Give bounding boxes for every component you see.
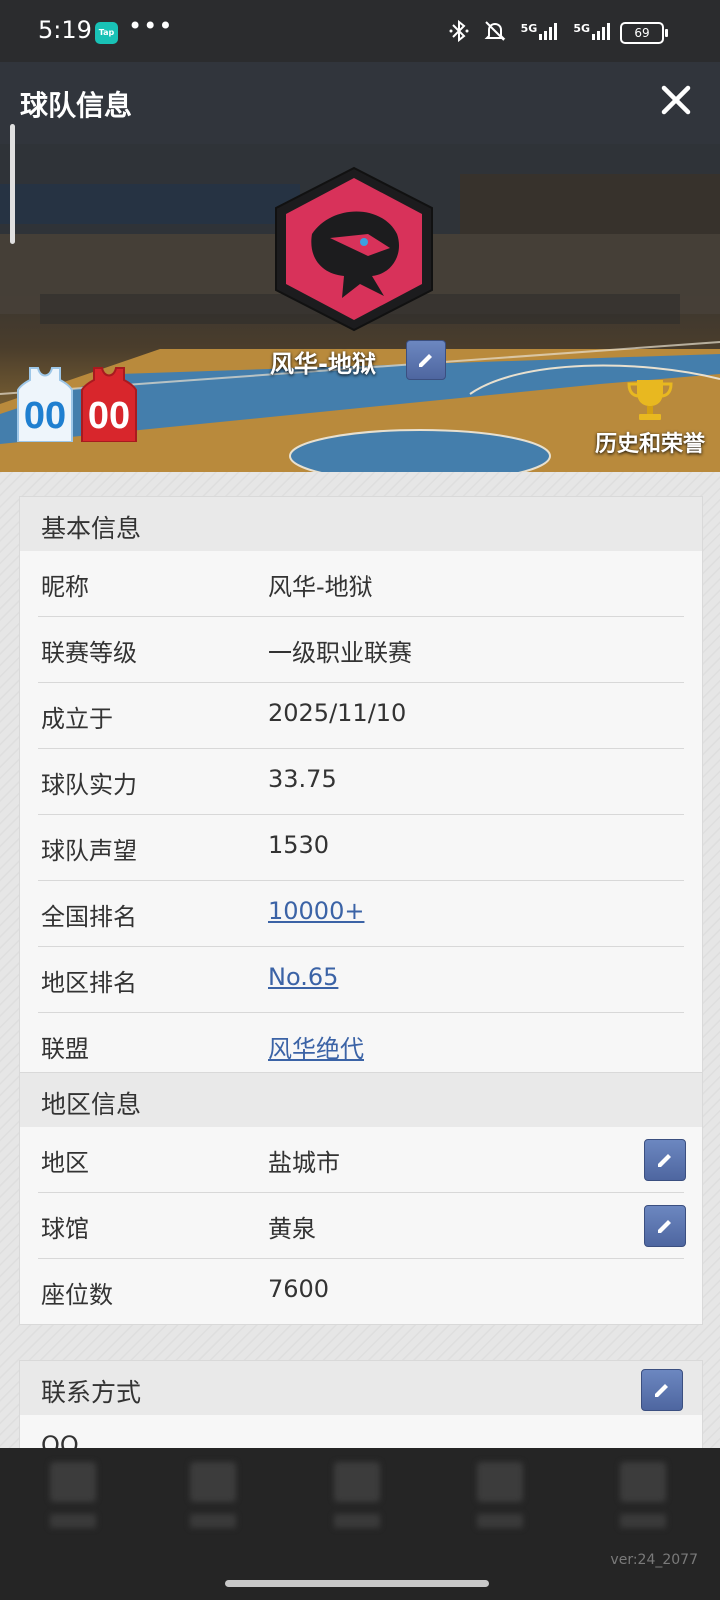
mute-bell-icon [484,21,506,41]
network-5g-label: 5G [520,22,538,35]
row-value: 7600 [268,1275,330,1303]
region-info-title: 地区信息 [41,1090,142,1119]
region-row-city: 地区 盐城市 [38,1127,686,1193]
info-row-national-rank: 全国排名 10000+ [38,881,684,947]
tap-app-icon: Tap [95,22,118,44]
basic-info-title: 基本信息 [41,514,142,543]
row-label: 球队声望 [41,837,137,865]
row-label: 座位数 [41,1281,113,1309]
row-label: QQ [41,1431,79,1448]
pencil-icon [658,1220,671,1233]
row-label: 联盟 [41,1035,89,1063]
signal-bars-icon [539,23,558,40]
national-rank-link[interactable]: 10000+ [268,897,364,925]
status-time: 5:19 [38,16,92,44]
signal-1: 5G [521,22,560,40]
close-button[interactable] [658,82,694,118]
row-value: 一级职业联赛 [268,639,412,667]
row-value: 黄泉 [268,1215,316,1243]
nav-item-1[interactable] [38,1462,108,1552]
region-row-seats: 座位数 7600 [38,1259,684,1324]
team-logo [275,166,433,332]
region-info-card: 地区信息 地区 盐城市 球馆 黄泉 座位数 7600 [19,1072,703,1325]
contact-header: 联系方式 [20,1361,702,1415]
edit-contact-button[interactable] [641,1369,683,1411]
contact-title: 联系方式 [41,1378,142,1407]
honors-label: 历史和荣誉 [594,432,705,457]
info-row-regional-rank: 地区排名 No.65 [38,947,684,1013]
contact-card: 联系方式 QQ [19,1360,703,1448]
basic-info-card: 基本信息 昵称 风华-地狱 联赛等级 一级职业联赛 成立于 2025/11/10… [19,496,703,1079]
regional-rank-link[interactable]: No.65 [268,963,338,991]
nav-item-3[interactable] [322,1462,392,1552]
info-row-founded: 成立于 2025/11/10 [38,683,684,749]
info-row-reputation: 球队声望 1530 [38,815,684,881]
team-jerseys[interactable]: 00 00 [16,366,138,442]
away-jersey-icon[interactable]: 00 [80,366,138,442]
row-value: 盐城市 [268,1149,340,1177]
info-row-strength: 球队实力 33.75 [38,749,684,815]
home-jersey-number: 00 [24,395,66,437]
edit-team-name-button[interactable] [406,340,446,380]
battery-indicator: 69 [620,22,668,44]
more-notifications-icon: ••• [128,12,174,40]
battery-icon: 69 [620,22,668,44]
row-value: 风华-地狱 [268,573,373,601]
home-indicator[interactable] [225,1580,489,1587]
row-label: 联赛等级 [41,639,137,667]
edit-region-button[interactable] [644,1139,686,1181]
pencil-icon [655,1384,668,1397]
signal-2: 5G [573,22,612,40]
row-label: 全国排名 [41,903,137,931]
scroll-indicator [10,124,15,244]
row-value: 2025/11/10 [268,699,407,727]
status-bar: 5:19 Tap ••• 5G 5G 69 [0,0,720,62]
row-value: 33.75 [268,765,337,793]
away-jersey-number: 00 [88,395,130,437]
close-icon [661,85,691,115]
row-value: 1530 [268,831,330,859]
contact-row-qq: QQ [38,1415,684,1448]
row-label: 球馆 [41,1215,89,1243]
row-label: 昵称 [41,573,89,601]
pencil-icon [419,354,432,367]
nav-item-5[interactable] [608,1462,678,1552]
pencil-icon [658,1154,671,1167]
version-label: ver:24_2077 [610,1552,698,1568]
row-label: 成立于 [41,705,113,733]
team-banner: 风华-地狱 00 00 历史和荣誉 [0,144,720,472]
page-title: 球队信息 [20,89,133,122]
info-row-league: 联赛等级 一级职业联赛 [38,617,684,683]
nav-item-4[interactable] [465,1462,535,1552]
info-row-alliance: 联盟 风华绝代 [38,1013,684,1078]
trophy-icon [627,380,673,420]
content-area: 基本信息 昵称 风华-地狱 联赛等级 一级职业联赛 成立于 2025/11/10… [0,472,720,1448]
region-info-header: 地区信息 [20,1073,702,1127]
edit-arena-button[interactable] [644,1205,686,1247]
row-label: 地区 [41,1149,89,1177]
history-honors-button[interactable]: 历史和荣誉 [590,376,710,458]
page-header: 球队信息 [0,62,720,144]
team-name: 风华-地狱 [270,350,376,378]
status-icons: 5G 5G [449,19,612,43]
nav-item-2[interactable] [178,1462,248,1552]
info-row-nickname: 昵称 风华-地狱 [38,551,684,617]
row-label: 地区排名 [41,969,137,997]
network-5g-label-2: 5G [573,22,590,35]
bluetooth-icon [449,19,469,43]
region-row-arena: 球馆 黄泉 [38,1193,686,1259]
basic-info-header: 基本信息 [20,497,702,551]
home-jersey-icon[interactable]: 00 [16,366,74,442]
alliance-link[interactable]: 风华绝代 [268,1029,364,1064]
row-label: 球队实力 [41,771,137,799]
signal-bars-icon-2 [592,23,610,40]
bottom-navigation [0,1448,720,1600]
